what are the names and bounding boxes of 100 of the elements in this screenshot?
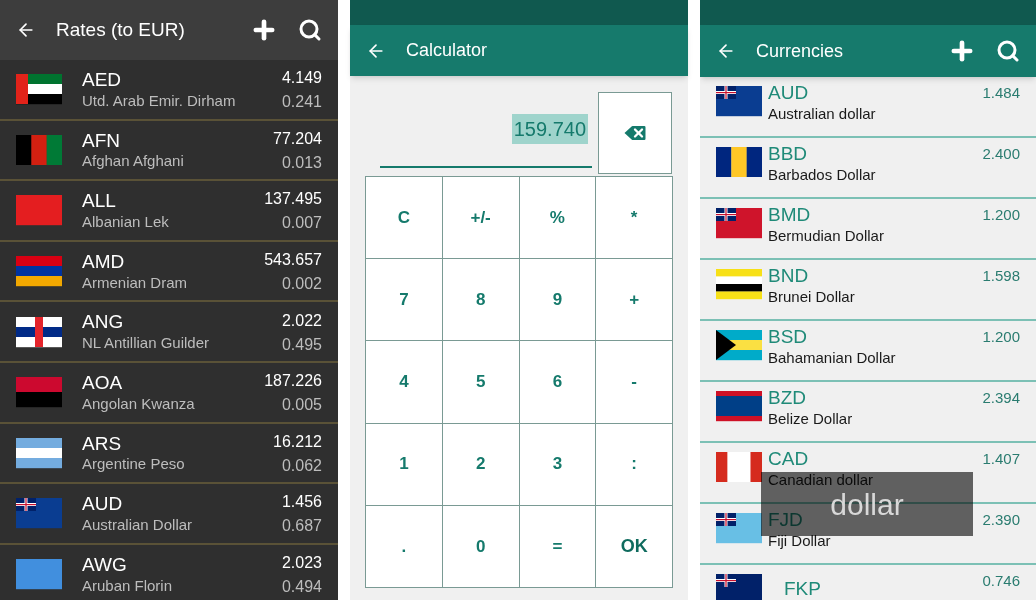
keypad-key[interactable]: 7 [366, 259, 442, 341]
keypad-key[interactable]: 8 [442, 259, 519, 341]
currency-row[interactable]: AUD Australian Dollar 1.456 0.687 [0, 484, 338, 545]
keypad-key[interactable]: +/- [442, 177, 519, 259]
currency-name: Utd. Arab Emir. Dirham [82, 91, 237, 111]
rate-value: 2.023 [281, 553, 322, 574]
currency-row[interactable]: FKP 0.746 [700, 565, 1036, 600]
rate-value: 2.022 [281, 310, 322, 331]
currency-row[interactable]: BMD Bermudian Dollar 1.200 [700, 199, 1036, 260]
currency-code: FKP [783, 577, 822, 600]
currency-code: BSD [768, 325, 809, 349]
currency-row[interactable]: BSD Bahamanian Dollar 1.200 [700, 321, 1036, 382]
currency-code: AMD [82, 249, 126, 274]
display-value: 159.740 [511, 114, 588, 144]
currency-row[interactable]: AWG Aruban Florin 2.023 0.494 [0, 544, 338, 600]
display-field[interactable]: 159.740 [380, 92, 592, 168]
keypad-key[interactable]: OK [596, 505, 672, 587]
currency-name: Barbados Dollar [768, 165, 877, 185]
keypad-key[interactable]: 0 [442, 505, 519, 587]
currency-code: BZD [768, 386, 807, 410]
currency-code: AOA [82, 371, 124, 395]
currency-name: Armenian Dram [82, 273, 189, 293]
currency-row[interactable]: BZD Belize Dollar 2.394 [700, 382, 1036, 443]
screen-title: Calculator [406, 39, 488, 62]
keypad-key[interactable]: - [596, 341, 672, 423]
inverse-rate: 0.062 [281, 455, 322, 476]
currency-row[interactable]: BBD Barbados Dollar 2.400 [700, 138, 1036, 199]
keypad-key[interactable]: 4 [366, 341, 442, 423]
inverse-rate: 0.002 [281, 274, 322, 295]
inverse-rate: 0.005 [281, 395, 322, 416]
flag-icon [716, 266, 762, 302]
rate-value: 2.394 [982, 388, 1020, 408]
currency-code: AFN [82, 128, 121, 153]
rate-value: 187.226 [264, 371, 322, 392]
rate-value: 137.495 [264, 189, 322, 210]
keypad-key[interactable]: 6 [519, 341, 596, 423]
inverse-rate: 0.013 [281, 152, 322, 173]
rate-value: 4.149 [281, 68, 322, 89]
backspace-button[interactable] [598, 92, 672, 174]
inverse-rate: 0.494 [281, 577, 322, 598]
currency-row[interactable]: ALL Albanian Lek 137.495 0.007 [0, 181, 338, 242]
rate-value: 1.200 [982, 205, 1020, 225]
currency-code: ALL [82, 189, 117, 213]
currency-code: AED [82, 68, 123, 92]
currency-code: ANG [82, 310, 125, 335]
keypad-key[interactable]: % [519, 177, 596, 259]
currency-name: Aruban Florin [82, 576, 174, 596]
currency-row[interactable]: ARS Argentine Peso 16.212 0.062 [0, 423, 338, 485]
currency-code: ARS [82, 431, 123, 456]
keypad-key[interactable]: : [596, 423, 672, 505]
flag-icon [716, 510, 762, 546]
keypad-key[interactable]: C [366, 177, 442, 259]
currency-name: Afghan Afghani [82, 152, 185, 172]
currency-name: Angolan Kwanza [82, 394, 196, 414]
keypad-key[interactable]: * [596, 177, 672, 259]
currency-row[interactable]: AUD Australian dollar 1.484 [700, 77, 1036, 138]
currency-row[interactable]: AMD Armenian Dram 543.657 0.002 [0, 241, 338, 303]
currency-name: Bermudian Dollar [768, 226, 885, 246]
currency-name: Belize Dollar [768, 409, 854, 429]
screen-title: Rates (to EUR) [56, 17, 186, 42]
flag-icon [716, 449, 762, 485]
rate-value: 1.407 [982, 449, 1020, 469]
inverse-rate: 0.687 [281, 516, 322, 537]
rate-value: 1.598 [982, 266, 1020, 286]
currency-row[interactable]: AED Utd. Arab Emir. Dirham 4.149 0.241 [0, 60, 338, 121]
rate-value: 2.400 [982, 144, 1020, 164]
search-icon[interactable] [996, 39, 1020, 63]
keypad-key[interactable]: 3 [519, 423, 596, 505]
currency-code: AUD [768, 81, 810, 105]
keypad-key[interactable]: 1 [366, 423, 442, 505]
rate-value: 1.484 [982, 83, 1020, 103]
currency-code: BMD [768, 203, 812, 227]
rate-value: 77.204 [273, 128, 322, 149]
flag-icon [716, 571, 762, 600]
currency-name: Brunei Dollar [768, 287, 856, 307]
currency-row[interactable]: AFN Afghan Afghani 77.204 0.013 [0, 120, 338, 182]
currency-name: Fiji Dollar [768, 531, 832, 551]
inverse-rate: 0.007 [281, 213, 322, 234]
rate-value: 1.200 [982, 327, 1020, 347]
currency-row[interactable]: ANG NL Antillian Guilder 2.022 0.495 [0, 302, 338, 363]
keypad-key[interactable]: + [596, 259, 672, 341]
currency-code: BND [768, 264, 810, 288]
keypad-key[interactable]: . [366, 505, 442, 587]
rate-value: 2.390 [982, 510, 1020, 530]
rate-value: 543.657 [264, 250, 322, 271]
currency-name: NL Antillian Guilder [82, 334, 210, 353]
currency-row[interactable]: BND Brunei Dollar 1.598 [700, 260, 1036, 321]
currency-row[interactable]: AOA Angolan Kwanza 187.226 0.005 [0, 362, 338, 424]
rate-value: 0.746 [982, 571, 1020, 591]
rate-value: 16.212 [273, 431, 322, 452]
search-icon[interactable] [298, 18, 322, 42]
keypad-key[interactable]: 9 [519, 259, 596, 341]
currency-name: Argentine Peso [82, 455, 186, 475]
keypad-key[interactable]: 2 [442, 423, 519, 505]
keypad-key[interactable]: = [519, 505, 596, 587]
keypad-key[interactable]: 5 [442, 341, 519, 423]
currency-code: AUD [82, 492, 124, 516]
flag-icon [716, 205, 762, 241]
currency-name: Albanian Lek [82, 213, 170, 232]
screen-title: Currencies [756, 39, 845, 63]
